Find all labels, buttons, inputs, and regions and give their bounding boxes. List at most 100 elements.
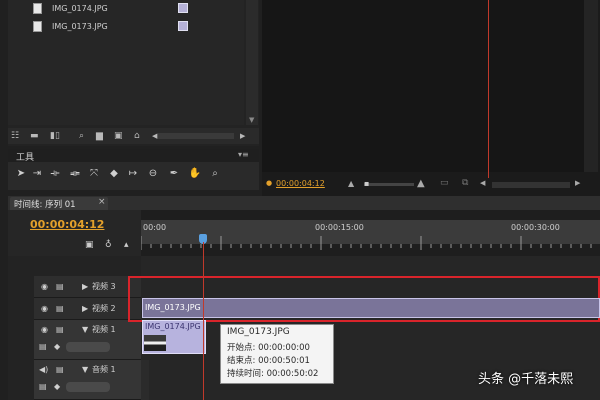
tooltip-end: 结束点: 00:00:50:01 — [227, 356, 310, 366]
monitor-controls: ● 00:00:04:12 ▲ ▪ ▲ ▭ ⧉ ◀ ▶ — [262, 178, 600, 192]
tools-title: 工具 — [16, 153, 35, 163]
timeline-header: 00:00:04:12 ▣ ♁ ▴ — [8, 210, 141, 256]
delete-icon[interactable]: ⌂ — [134, 131, 140, 141]
keyframe-nav[interactable] — [66, 382, 110, 392]
track-header-video-3[interactable]: ◉ ▤ ▶ 视频 3 — [34, 276, 141, 298]
zoom-in-icon[interactable]: ▲ — [417, 178, 425, 189]
monitor-playhead-line — [488, 0, 489, 178]
chevron-down-icon[interactable]: ▼ — [82, 325, 88, 334]
tooltip-clip-name: IMG_0173.JPG — [227, 327, 290, 337]
list-view-icon[interactable]: ☷ — [11, 131, 19, 141]
new-item-icon[interactable]: ▣ — [114, 131, 123, 141]
snap-icon[interactable]: ▣ — [85, 240, 94, 250]
zoom-out-icon[interactable]: ▲ — [348, 179, 354, 188]
rolling-edit-icon[interactable]: ⟚ — [68, 167, 82, 181]
watermark: 头条 @千落未熙 — [478, 372, 574, 387]
timeline-tab-label: 时间线: 序列 01 — [14, 200, 76, 210]
track-label: 视频 3 — [92, 282, 116, 291]
slip-icon[interactable]: ↦ — [126, 167, 140, 181]
keyframe-icon[interactable]: ▴ — [124, 240, 129, 250]
scroll-right-icon[interactable]: ▶ — [240, 131, 245, 141]
tools-tab[interactable]: 工具 ▾≡ — [8, 149, 259, 163]
clip-name: IMG_0174.JPG — [145, 322, 201, 331]
project-h-scroll[interactable] — [158, 133, 234, 139]
marker-icon[interactable]: ♁ — [105, 240, 112, 250]
lock-icon[interactable]: ▤ — [56, 304, 64, 313]
scroll-left-icon[interactable]: ◀ — [152, 131, 157, 141]
clip-name: IMG_0173.JPG — [145, 303, 201, 312]
display-style-icon[interactable]: ▤ — [39, 382, 47, 391]
display-style-icon[interactable]: ▤ — [39, 342, 47, 351]
timeline-timecode[interactable]: 00:00:04:12 — [30, 218, 104, 231]
project-panel: IMG_0174.JPG IMG_0173.JPG ▼ ☷ ▬ ▮▯ ⌕ ▆ ▣… — [8, 0, 259, 146]
monitor-timecode[interactable]: 00:00:04:12 — [276, 179, 325, 188]
monitor-h-scroll[interactable] — [492, 182, 570, 188]
monitor-timecode-icon: ● — [266, 179, 273, 187]
monitor-scroll-right-icon[interactable]: ▶ — [575, 179, 580, 187]
keyframe-toggle-icon[interactable]: ◆ — [54, 342, 60, 351]
project-scrollbar[interactable] — [246, 0, 258, 125]
rate-stretch-icon[interactable]: ⤧ — [87, 167, 101, 181]
icon-view-icon[interactable]: ▬ — [30, 131, 39, 141]
tools-panel: 工具 ▾≡ ➤ ⇥ ⟛ ⟚ ⤧ ◆ ↦ ⊖ ✒ ✋ ⌕ — [8, 149, 259, 190]
razor-icon[interactable]: ◆ — [107, 167, 121, 181]
track-header-audio-1[interactable]: ◀) ▤ ▼ 音频 1 ▤ ◆ — [34, 360, 141, 400]
lock-icon[interactable]: ▤ — [56, 365, 64, 374]
close-icon[interactable]: × — [98, 197, 106, 207]
clip-video-2[interactable]: IMG_0173.JPG — [142, 298, 600, 318]
ruler-label: 00:00 — [143, 223, 167, 232]
timeline-tab[interactable]: 时间线: 序列 01 × — [10, 197, 108, 210]
track-label: 视频 1 — [92, 325, 116, 334]
image-file-icon — [33, 3, 42, 14]
clip-video-1[interactable]: IMG_0174.JPG — [142, 320, 206, 354]
monitor-screen — [262, 0, 584, 172]
track-label: 视频 2 — [92, 304, 116, 313]
lock-icon[interactable]: ▤ — [56, 282, 64, 291]
file-name: IMG_0174.JPG — [52, 4, 108, 13]
folder-icon[interactable]: ▆ — [96, 131, 103, 141]
panel-menu-icon[interactable]: ▾≡ — [238, 150, 249, 159]
hand-icon[interactable]: ✋ — [188, 167, 202, 181]
zoom-slider-thumb[interactable]: ▪ — [364, 179, 369, 188]
track-header-video-1[interactable]: ◉ ▤ ▼ 视频 1 ▤ ◆ — [34, 320, 141, 360]
search-icon[interactable]: ⌕ — [79, 131, 84, 141]
speaker-icon[interactable]: ◀) — [39, 365, 48, 374]
chevron-down-icon[interactable]: ▼ — [82, 365, 88, 374]
slide-icon[interactable]: ⊖ — [146, 167, 160, 181]
ripple-edit-icon[interactable]: ⟛ — [48, 167, 62, 181]
track-select-icon[interactable]: ⇥ — [30, 167, 44, 181]
file-row[interactable]: IMG_0174.JPG — [8, 0, 244, 18]
playhead-line[interactable] — [203, 242, 204, 400]
program-monitor: ● 00:00:04:12 ▲ ▪ ▲ ▭ ⧉ ◀ ▶ — [262, 0, 600, 196]
scroll-down-icon[interactable]: ▼ — [249, 116, 254, 124]
tooltip-start: 开始点: 00:00:00:00 — [227, 343, 310, 353]
keyframe-nav[interactable] — [66, 342, 110, 352]
eye-icon[interactable]: ◉ — [41, 304, 48, 313]
keyframe-toggle-icon[interactable]: ◆ — [54, 382, 60, 391]
eye-icon[interactable]: ◉ — [41, 325, 48, 334]
safe-margins-icon[interactable]: ▭ — [440, 178, 449, 188]
chevron-right-icon[interactable]: ▶ — [82, 282, 88, 291]
monitor-scroll-left-icon[interactable]: ◀ — [480, 179, 485, 187]
eye-icon[interactable]: ◉ — [41, 282, 48, 291]
selection-tool-icon[interactable]: ➤ — [14, 167, 28, 181]
lock-icon[interactable]: ▤ — [56, 325, 64, 334]
track-header-video-2[interactable]: ◉ ▤ ▶ 视频 2 — [34, 298, 141, 320]
clip-tooltip: IMG_0173.JPG 开始点: 00:00:00:00 结束点: 00:00… — [220, 324, 334, 384]
monitor-zoom-slider[interactable] — [364, 183, 414, 186]
clip-thumbnail — [144, 335, 166, 351]
zoom-tool-icon[interactable]: ⌕ — [208, 167, 222, 181]
chevron-right-icon[interactable]: ▶ — [82, 304, 88, 313]
pen-icon[interactable]: ✒ — [167, 167, 181, 181]
tools-row: ➤ ⇥ ⟛ ⟚ ⤧ ◆ ↦ ⊖ ✒ ✋ ⌕ — [12, 167, 252, 183]
timeline-tab-bar: 时间线: 序列 01 × — [8, 196, 600, 210]
output-icon[interactable]: ⧉ — [462, 178, 468, 188]
image-file-icon — [33, 21, 42, 32]
file-row[interactable]: IMG_0173.JPG — [8, 18, 244, 36]
project-toolbar: ☷ ▬ ▮▯ ⌕ ▆ ▣ ⌂ ◀ ▶ — [8, 128, 259, 144]
time-ruler[interactable]: 00:00 00:00:15:00 00:00:30:00 — [141, 210, 600, 256]
ruler-label: 00:00:15:00 — [315, 223, 364, 232]
monitor-scrollbar[interactable] — [584, 0, 598, 172]
zoom-icon[interactable]: ▮▯ — [50, 131, 60, 141]
label-color-swatch — [178, 3, 188, 13]
